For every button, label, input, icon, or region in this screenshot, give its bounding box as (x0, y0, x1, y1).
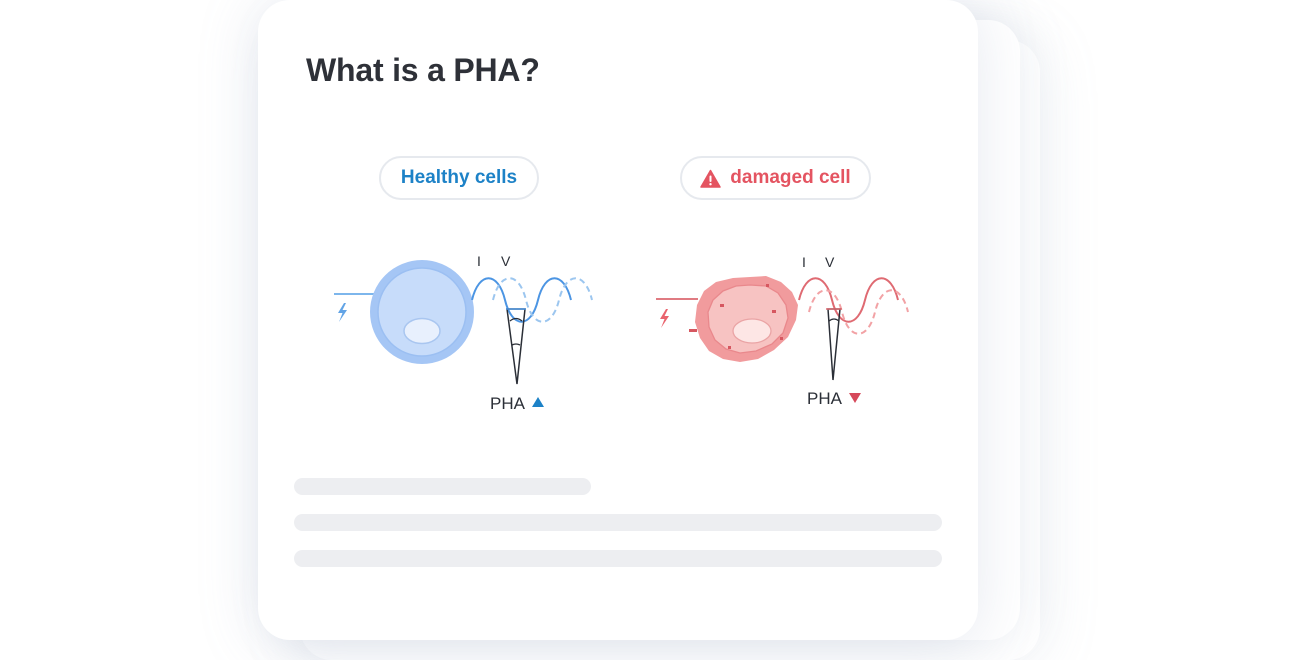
healthy-current-label: I (477, 253, 481, 269)
damaged-cell-nucleus (732, 318, 772, 344)
pha-info-card: What is a PHA? Healthy cells damaged cel… (258, 0, 978, 640)
debris-fragment (780, 337, 783, 340)
pha-decrease-arrow-icon (849, 393, 861, 403)
healthy-current-icon (338, 303, 347, 322)
damaged-current-label: I (802, 254, 806, 270)
debris-fragment (766, 284, 769, 287)
text-placeholder-line (294, 478, 591, 495)
damaged-diagram: I V PHA (656, 254, 909, 408)
healthy-phase-angle-tick (511, 343, 521, 346)
healthy-pha-label: PHA (490, 394, 526, 413)
pha-increase-arrow-icon (532, 397, 544, 407)
damaged-voltage-label: V (825, 254, 835, 270)
text-placeholder-line (294, 550, 942, 567)
text-placeholder-line (294, 514, 942, 531)
healthy-current-wave (471, 277, 572, 323)
damaged-voltage-wave (808, 289, 909, 335)
healthy-voltage-label: V (501, 253, 511, 269)
debris-fragment (720, 304, 724, 307)
damaged-phase-angle-arc (828, 318, 840, 322)
debris-fragment (772, 310, 776, 313)
pha-illustration: I V PHA I V PHA (334, 253, 909, 413)
healthy-diagram: I V PHA (334, 253, 593, 413)
debris-fragment (728, 346, 731, 349)
damaged-current-icon (660, 309, 669, 328)
damaged-pha-label: PHA (807, 389, 843, 408)
healthy-cell-nucleus (403, 317, 441, 345)
debris-fragment (689, 329, 697, 332)
